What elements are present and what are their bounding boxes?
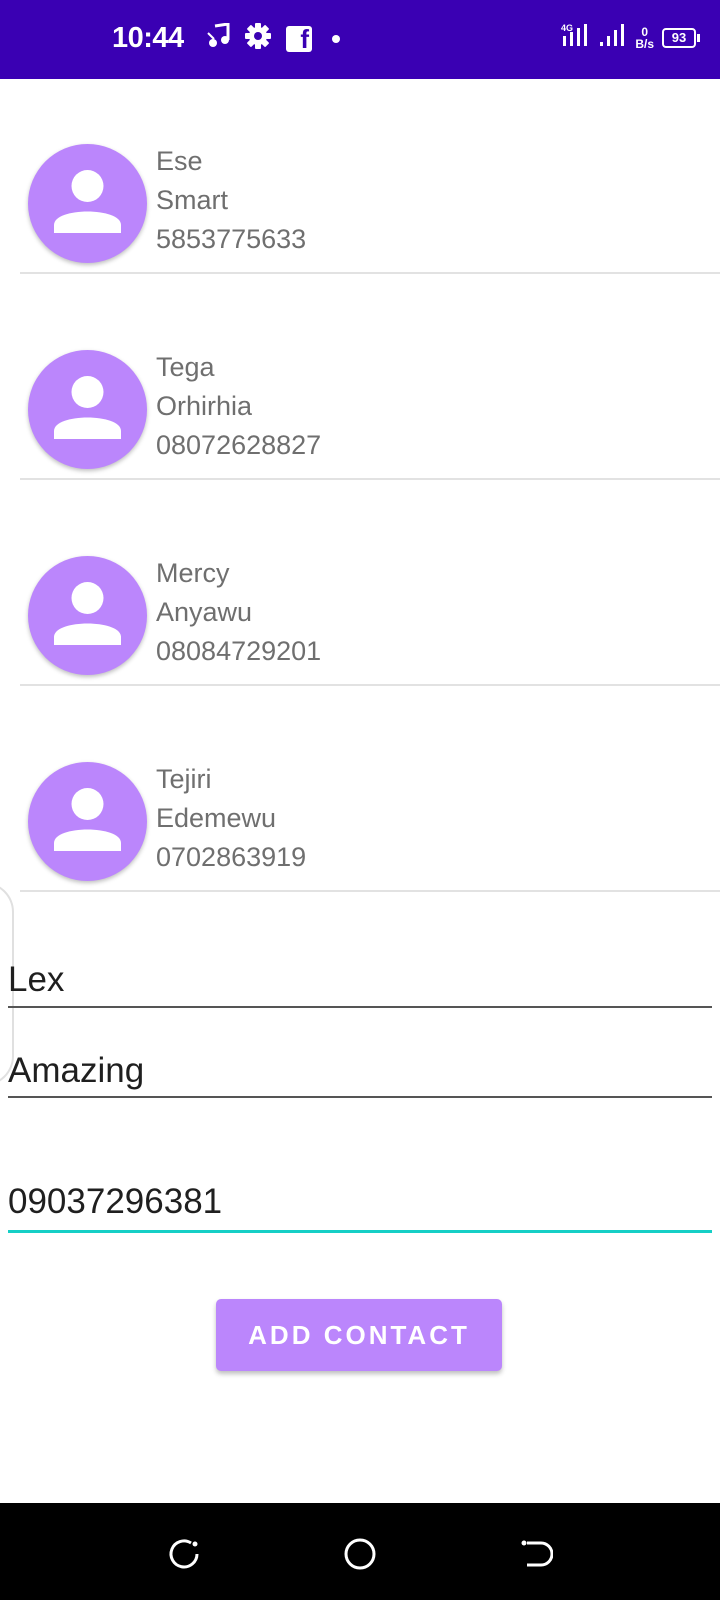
list-item[interactable]: Ese Smart 5853775633 bbox=[0, 79, 720, 279]
signal-icon bbox=[599, 22, 627, 53]
add-contact-button[interactable]: ADD CONTACT bbox=[216, 1299, 502, 1371]
signal-4g-icon: 4G bbox=[561, 22, 593, 53]
contact-last-name: Orhirhia bbox=[156, 391, 253, 421]
list-item[interactable]: Tega Orhirhia 08072628827 bbox=[0, 285, 720, 485]
contact-details: Tejiri Edemewu 0702863919 bbox=[156, 760, 306, 877]
contact-phone: 0702863919 bbox=[156, 842, 307, 872]
contact-details: Mercy Anyawu 08084729201 bbox=[156, 554, 321, 671]
phone-field[interactable] bbox=[8, 1180, 712, 1224]
recents-icon[interactable] bbox=[167, 1537, 201, 1571]
phone-underline bbox=[8, 1230, 712, 1233]
dot-icon bbox=[332, 34, 340, 43]
navigation-bar bbox=[0, 1503, 720, 1600]
divider bbox=[20, 684, 720, 686]
last-name-field-container bbox=[8, 1049, 712, 1098]
avatar bbox=[28, 144, 147, 263]
battery-level: 93 bbox=[671, 29, 687, 45]
first-name-field-container bbox=[8, 958, 712, 1008]
last-name-underline bbox=[8, 1096, 712, 1098]
svg-text:4G: 4G bbox=[561, 23, 573, 33]
contact-phone: 08072628827 bbox=[156, 430, 322, 460]
data-rate: 0 B/s bbox=[635, 26, 654, 50]
avatar bbox=[28, 762, 147, 881]
first-name-field[interactable] bbox=[8, 958, 712, 1002]
person-icon bbox=[54, 170, 121, 233]
contact-details: Tega Orhirhia 08072628827 bbox=[156, 348, 321, 465]
contact-last-name: Edemewu bbox=[156, 803, 277, 833]
contact-first-name: Ese bbox=[156, 146, 203, 176]
back-icon[interactable] bbox=[519, 1537, 554, 1571]
home-icon[interactable] bbox=[343, 1537, 377, 1571]
contact-phone: 5853775633 bbox=[156, 224, 307, 254]
contact-details: Ese Smart 5853775633 bbox=[156, 142, 306, 259]
divider bbox=[20, 890, 720, 892]
music-icon bbox=[206, 22, 230, 54]
contact-first-name: Tega bbox=[156, 352, 215, 382]
contact-last-name: Smart bbox=[156, 185, 229, 215]
battery-icon: 93 bbox=[662, 27, 700, 48]
data-rate-unit: B/s bbox=[635, 36, 654, 51]
status-system-icons: 4G 0 B/s 93 bbox=[561, 22, 700, 53]
phone-field-container bbox=[8, 1180, 712, 1233]
person-icon bbox=[54, 376, 121, 439]
list-item[interactable]: Mercy Anyawu 08084729201 bbox=[0, 491, 720, 691]
list-item[interactable]: Tejiri Edemewu 0702863919 bbox=[0, 697, 720, 897]
status-time: 10:44 bbox=[112, 22, 184, 54]
person-icon bbox=[54, 788, 121, 851]
status-bar: 10:44 f 4G 0 B/s 93 bbox=[0, 0, 720, 79]
avatar bbox=[28, 556, 147, 675]
person-icon bbox=[54, 582, 121, 645]
settings-gear-icon bbox=[244, 22, 272, 55]
divider bbox=[20, 478, 720, 480]
first-name-underline bbox=[8, 1006, 712, 1008]
contact-first-name: Mercy bbox=[156, 558, 230, 588]
last-name-field[interactable] bbox=[8, 1049, 712, 1093]
facebook-icon bbox=[286, 24, 312, 55]
status-notification-icons bbox=[206, 22, 354, 55]
contact-first-name: Tejiri bbox=[156, 764, 212, 794]
contact-last-name: Anyawu bbox=[156, 597, 253, 627]
avatar bbox=[28, 350, 147, 469]
divider bbox=[20, 272, 720, 274]
contact-phone: 08084729201 bbox=[156, 636, 322, 666]
